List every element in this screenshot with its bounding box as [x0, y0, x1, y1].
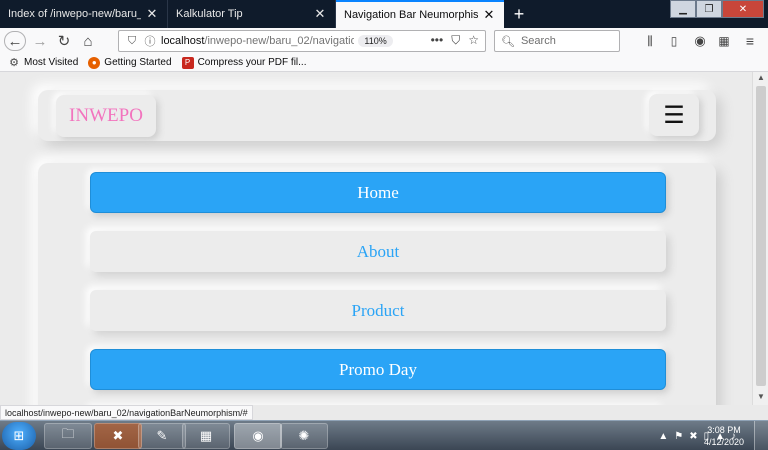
search-box[interactable]: 🔍︎ Search [494, 30, 620, 52]
new-tab-button[interactable]: + [508, 0, 530, 28]
url-host: localhost [161, 35, 205, 47]
close-tab-icon[interactable]: ✕ [145, 6, 159, 22]
page-scrollbar[interactable]: ▲ ▼ [752, 72, 768, 405]
menu-item-promo-day[interactable]: Promo Day [90, 349, 666, 390]
tab-label: Index of /inwepo-new/baru_02 [8, 8, 141, 20]
maximize-icon[interactable]: ❐ [696, 0, 722, 18]
windows-taskbar: ⊞ 🗀︎ ✖ ✎ ▦ ◉ ✺ ▲ ⚑ ✖ ▯ ▲ ♪ 3:08 PM 4/12/… [0, 420, 768, 450]
firefox-taskbar-icon[interactable]: ◉ [234, 423, 282, 449]
sidebar-icon[interactable]: ▯ [664, 31, 684, 51]
paint-icon[interactable]: ✺ [280, 423, 328, 449]
account-icon[interactable]: ◉ [690, 31, 710, 51]
page-viewport: INWEPO ☰ Home About Product Promo Day [0, 72, 752, 405]
status-link: localhost/inwepo-new/baru_02/navigationB… [0, 405, 253, 420]
close-tab-icon[interactable]: ✕ [482, 7, 496, 23]
tab-index[interactable]: Index of /inwepo-new/baru_02 ✕ [0, 0, 168, 28]
show-hidden-icons-icon[interactable]: ▲ [658, 431, 668, 442]
flag-icon[interactable]: ⚑ [674, 431, 683, 442]
pdf-icon: P [181, 56, 194, 69]
search-icon: 🔍︎ [501, 35, 515, 48]
start-button-icon[interactable]: ⊞ [2, 422, 36, 450]
search-placeholder: Search [520, 35, 556, 47]
bookmark-star-icon[interactable]: ☆ [468, 33, 479, 48]
calculator-icon[interactable]: ▦ [182, 423, 230, 449]
pocket-icon[interactable]: ⛉ [451, 33, 460, 48]
extension-icon[interactable]: ▦ [714, 31, 734, 51]
clock-date: 4/12/2020 [703, 437, 744, 447]
info-icon[interactable]: ⓘ [143, 34, 157, 48]
firefox-icon: ● [88, 56, 101, 69]
tab-label: Kalkulator Tip [176, 8, 243, 20]
back-arrow-icon[interactable]: ← [4, 31, 26, 51]
scroll-up-icon[interactable]: ▲ [753, 73, 768, 85]
notepad-plus-icon[interactable]: ✎ [138, 423, 186, 449]
scroll-down-icon[interactable]: ▼ [753, 392, 768, 404]
file-explorer-icon[interactable]: 🗀︎ [44, 423, 92, 449]
tab-label: Navigation Bar Neumorphism [344, 9, 478, 21]
hamburger-menu-icon[interactable]: ☰ [649, 94, 699, 136]
bookmark-label: Most Visited [24, 57, 79, 68]
menu-icon[interactable]: ≡ [740, 31, 760, 51]
bookmark-most-visited[interactable]: ⚙ Most Visited [8, 57, 78, 69]
scrollbar-thumb[interactable] [756, 86, 766, 386]
minimize-icon[interactable]: ▁ [670, 0, 696, 18]
forward-arrow-icon[interactable]: → [30, 31, 50, 51]
taskbar-clock[interactable]: 3:08 PM 4/12/2020 [704, 424, 744, 448]
url-bar[interactable]: ⛉ ⓘ localhost /inwepo-new/baru_02/naviga… [118, 30, 486, 52]
page-actions-icon[interactable]: ••• [431, 33, 444, 48]
xampp-icon[interactable]: ✖ [94, 423, 142, 449]
close-window-icon[interactable]: ✕ [722, 0, 764, 18]
home-icon[interactable]: ⌂ [78, 31, 98, 51]
url-path: /inwepo-new/baru_02/navigationB [204, 35, 355, 47]
reload-icon[interactable]: ↻ [54, 31, 74, 51]
nav-menu: Home About Product Promo Day [38, 163, 716, 405]
menu-item-home[interactable]: Home [90, 172, 666, 213]
bookmark-compress-pdf[interactable]: P Compress your PDF fil... [181, 56, 307, 69]
zoom-level[interactable]: 110% [358, 35, 393, 47]
bookmark-label: Getting Started [104, 57, 172, 68]
bookmark-label: Compress your PDF fil... [197, 57, 307, 68]
tab-navigation-bar[interactable]: Navigation Bar Neumorphism ✕ [336, 0, 504, 28]
window-controls: ▁ ❐ ✕ [670, 0, 764, 18]
site-header: INWEPO ☰ [38, 90, 716, 141]
clock-time: 3:08 PM [707, 425, 741, 435]
bookmarks-toolbar: ⚙ Most Visited ● Getting Started P Compr… [0, 54, 768, 72]
navigation-toolbar: ← → ↻ ⌂ ⛉ ⓘ localhost /inwepo-new/baru_0… [0, 28, 768, 54]
menu-item-about[interactable]: About [90, 231, 666, 272]
show-desktop-button[interactable] [754, 421, 768, 450]
site-logo[interactable]: INWEPO [56, 95, 156, 137]
shield-icon[interactable]: ⛉ [125, 34, 139, 48]
library-icon[interactable]: ⫼ [640, 31, 660, 51]
close-tab-icon[interactable]: ✕ [313, 6, 327, 22]
bookmark-getting-started[interactable]: ● Getting Started [88, 56, 172, 69]
xampp-tray-icon[interactable]: ✖ [689, 431, 697, 442]
gear-icon: ⚙ [9, 57, 19, 69]
menu-item-product[interactable]: Product [90, 290, 666, 331]
tab-strip: Index of /inwepo-new/baru_02 ✕ Kalkulato… [0, 0, 768, 28]
tab-kalkulator[interactable]: Kalkulator Tip ✕ [168, 0, 336, 28]
